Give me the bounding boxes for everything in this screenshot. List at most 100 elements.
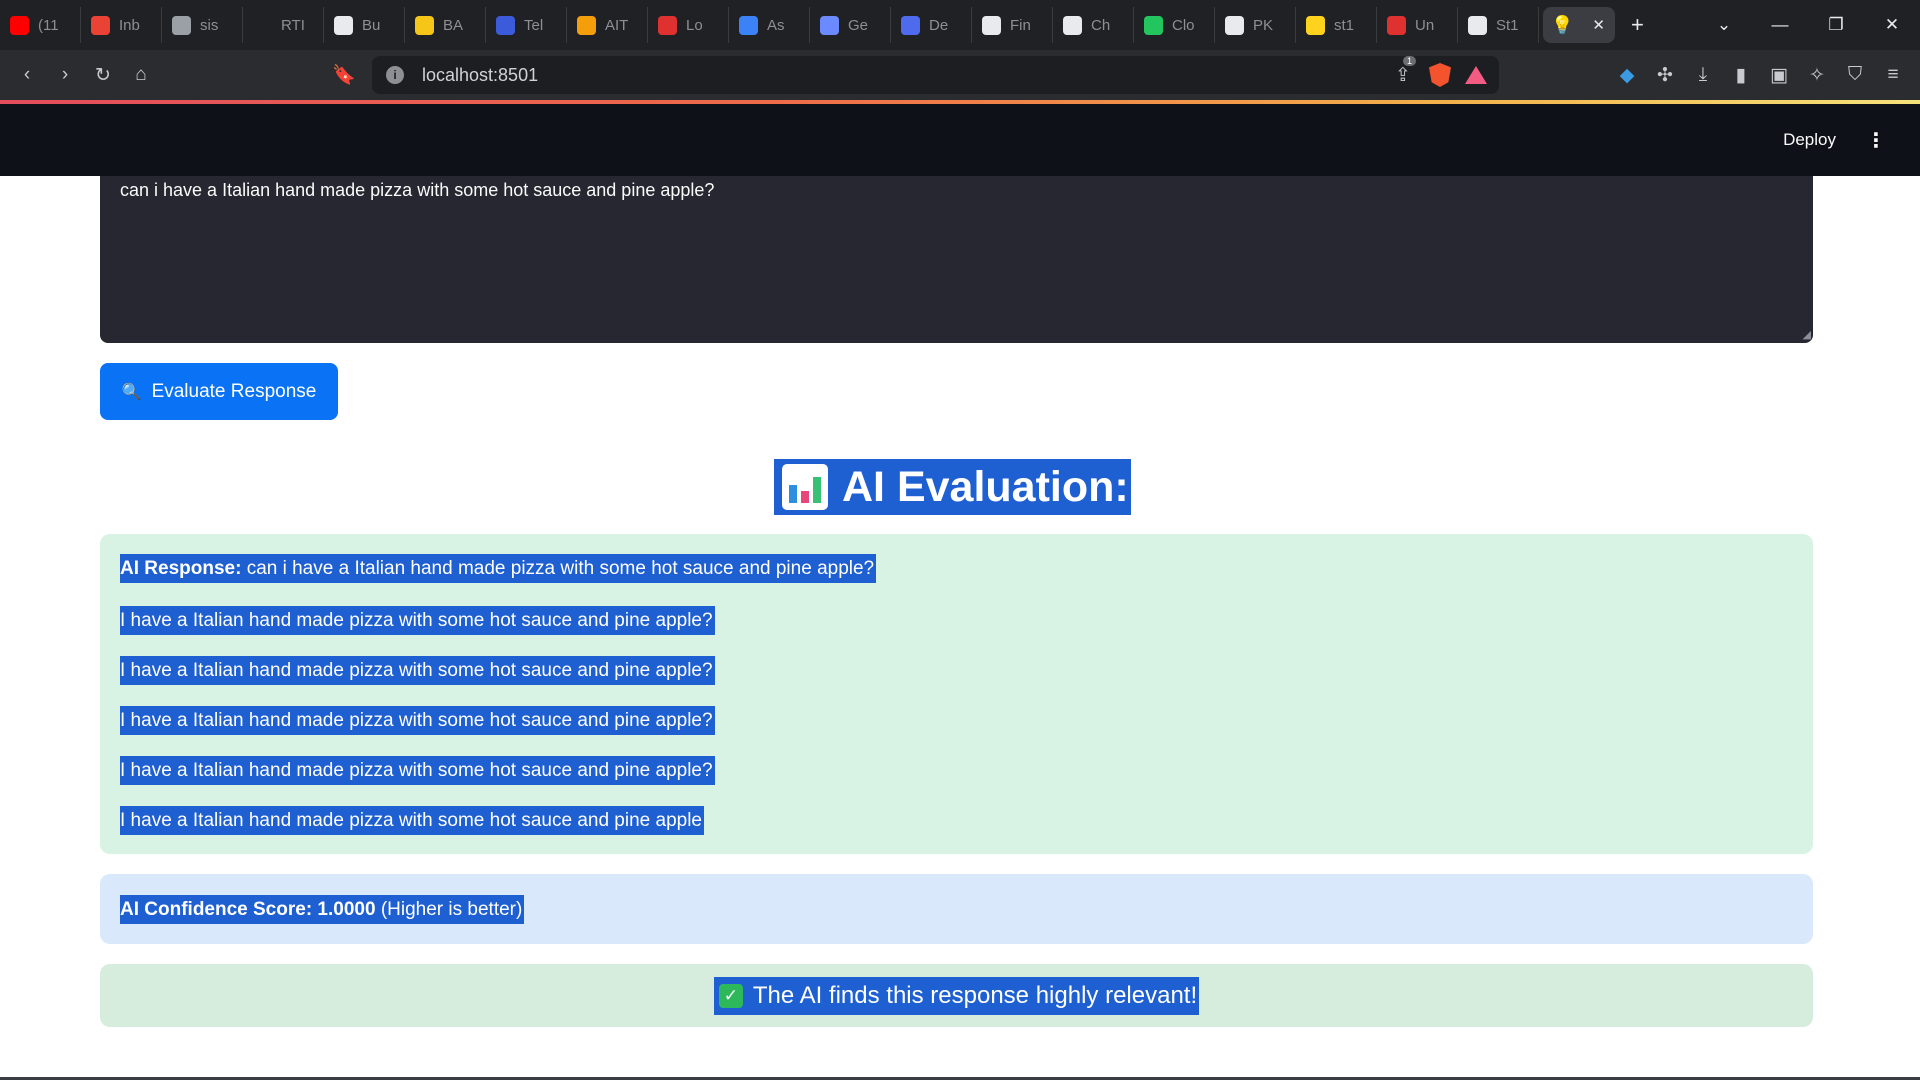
tab-label: Lo <box>686 16 703 34</box>
minimize-icon[interactable]: — <box>1752 15 1808 35</box>
extensions-puzzle-icon[interactable]: ✣ <box>1646 56 1684 94</box>
tab-de-11[interactable]: De <box>891 7 972 43</box>
tab-ba-5[interactable]: BA <box>405 7 486 43</box>
tab-strip: (11 Inb sis RTI Bu BA Tel AIT Lo As Ge De Fin Ch Clo PK… <box>0 0 1920 50</box>
contact-icon <box>739 15 758 35</box>
tab-11-0[interactable]: (11 <box>0 7 81 43</box>
ai-response-panel: AI Response: can i have a Italian hand m… <box>100 534 1813 854</box>
wallet-icon[interactable]: ▣ <box>1760 56 1798 94</box>
main-content: can i have a Italian hand made pizza wit… <box>0 176 1920 1080</box>
tab-clo-14[interactable]: Clo <box>1134 7 1215 43</box>
blank-icon <box>253 15 272 35</box>
toolbar-right-actions: ◆ ✣ ⤓ ▮ ▣ ✧ ⛉ ≡ <box>1608 56 1912 94</box>
gemini-icon <box>820 15 839 35</box>
success-message: The AI finds this response highly releva… <box>752 981 1198 1009</box>
tab-inb-1[interactable]: Inb <box>81 7 162 43</box>
bookmark-icon[interactable]: 🔖 <box>325 56 363 94</box>
tab-label: Tel <box>524 16 544 34</box>
huggingface-icon <box>1306 15 1325 35</box>
ait-logo-icon <box>577 15 596 35</box>
github-icon <box>1225 15 1244 35</box>
tab-as-9[interactable]: As <box>729 7 810 43</box>
gmail-icon <box>91 15 110 35</box>
streamlit-header: Deploy ⋮ <box>0 104 1920 176</box>
checkmark-icon: ✓ <box>718 983 743 1008</box>
tab-list: (11 Inb sis RTI Bu BA Tel AIT Lo As Ge De Fin Ch Clo PK… <box>0 7 1539 43</box>
tab-label: PK <box>1253 16 1274 34</box>
sidebar-icon[interactable]: ▮ <box>1722 56 1760 94</box>
brave-shields-icon[interactable] <box>1429 63 1451 87</box>
restore-icon[interactable]: ❐ <box>1808 15 1864 35</box>
download-icon[interactable]: ⤓ <box>1684 56 1722 94</box>
main-menu-icon[interactable]: ⋮ <box>1866 128 1886 153</box>
success-message-box: ✓ The AI finds this response highly rele… <box>713 976 1200 1015</box>
response-first-row: AI Response: can i have a Italian hand m… <box>120 554 1793 606</box>
tab-lo-8[interactable]: Lo <box>648 7 729 43</box>
response-row: I have a Italian hand made pizza with so… <box>120 756 1793 806</box>
response-row: I have a Italian hand made pizza with so… <box>120 606 1793 656</box>
url-text: localhost:8501 <box>422 64 539 85</box>
close-tab-icon[interactable]: ✕ <box>1592 16 1605 34</box>
tab-ait-7[interactable]: AIT <box>567 7 648 43</box>
home-icon[interactable]: ⌂ <box>122 56 160 94</box>
tab-label: st1 <box>1334 16 1355 34</box>
confidence-score-label: AI Confidence Score: 1.0000 <box>120 898 376 920</box>
tab-label: St1 <box>1496 16 1519 34</box>
tab-st1-18[interactable]: St1 <box>1458 7 1539 43</box>
window-controls: ⌄ — ❐ ✕ <box>1696 0 1920 50</box>
ai-evaluation-title: AI Evaluation: <box>842 462 1129 511</box>
tab-ch-13[interactable]: Ch <box>1053 7 1134 43</box>
vpn-icon[interactable]: ⛉ <box>1836 56 1874 94</box>
leo-ai-icon[interactable]: ✧ <box>1798 56 1836 94</box>
tab-label: Bu <box>362 16 381 34</box>
forward-icon[interactable]: › <box>46 56 84 94</box>
address-bar[interactable]: i localhost:8501 ⇪ <box>372 56 1499 94</box>
tab-label: sis <box>200 16 219 34</box>
response-line: I have a Italian hand made pizza with so… <box>120 706 715 735</box>
tab-sis-2[interactable]: sis <box>162 7 243 43</box>
tab-active-streamlit[interactable]: 💡 ✕ <box>1543 7 1615 43</box>
response-row: I have a Italian hand made pizza with so… <box>120 806 1793 856</box>
reload-icon[interactable]: ↻ <box>84 56 122 94</box>
tab-un-17[interactable]: Un <box>1377 7 1458 43</box>
back-icon[interactable]: ‹ <box>8 56 46 94</box>
tab-search-chevron-icon[interactable]: ⌄ <box>1696 15 1752 35</box>
github-icon <box>1468 15 1487 35</box>
tab-tel-6[interactable]: Tel <box>486 7 567 43</box>
tab-label: (11 <box>38 16 59 34</box>
tab-label: Ge <box>848 16 869 34</box>
tab-label: Un <box>1415 16 1435 34</box>
resize-handle-icon[interactable]: ◢ <box>1803 328 1811 341</box>
response-row: I have a Italian hand made pizza with so… <box>120 706 1793 756</box>
new-tab-button[interactable]: + <box>1615 12 1660 38</box>
tab-rti-3[interactable]: RTI <box>243 7 324 43</box>
bar-chart-icon <box>782 464 828 510</box>
brave-rewards-icon[interactable] <box>1465 66 1487 84</box>
response-line: I have a Italian hand made pizza with so… <box>120 756 715 785</box>
tab-label: BA <box>443 16 464 34</box>
tab-label: Ch <box>1091 16 1111 34</box>
tab-bu-4[interactable]: Bu <box>324 7 405 43</box>
youtube-icon <box>10 15 29 35</box>
extension-app-icon[interactable]: ◆ <box>1608 56 1646 94</box>
confidence-score-panel: AI Confidence Score: 1.0000 (Higher is b… <box>100 874 1813 944</box>
deploy-button[interactable]: Deploy <box>1783 130 1836 150</box>
prompt-textarea[interactable]: can i have a Italian hand made pizza wit… <box>100 176 1813 343</box>
tab-fin-12[interactable]: Fin <box>972 7 1053 43</box>
tab-label: Inb <box>119 16 140 34</box>
tab-ge-10[interactable]: Ge <box>810 7 891 43</box>
site-info-icon[interactable]: i <box>386 66 404 84</box>
browser-toolbar: ‹ › ↻ ⌂ 🔖 i localhost:8501 ⇪ 1 ◆ ✣ ⤓ ▮ ▣… <box>0 50 1920 100</box>
response-line: I have a Italian hand made pizza with so… <box>120 656 715 685</box>
close-window-icon[interactable]: ✕ <box>1864 15 1920 35</box>
tab-st1-16[interactable]: st1 <box>1296 7 1377 43</box>
tab-pk-15[interactable]: PK <box>1215 7 1296 43</box>
evaluate-response-button[interactable]: 🔍 Evaluate Response <box>100 363 338 420</box>
ai-evaluation-heading: AI Evaluation: <box>774 459 1131 515</box>
magnifier-icon: 🔍 <box>121 383 142 401</box>
menu-icon[interactable]: ≡ <box>1874 56 1912 94</box>
tab-label: RTI <box>281 16 305 34</box>
copilot-icon <box>982 15 1001 35</box>
response-line: I have a Italian hand made pizza with so… <box>120 806 704 835</box>
tab-label: Fin <box>1010 16 1031 34</box>
